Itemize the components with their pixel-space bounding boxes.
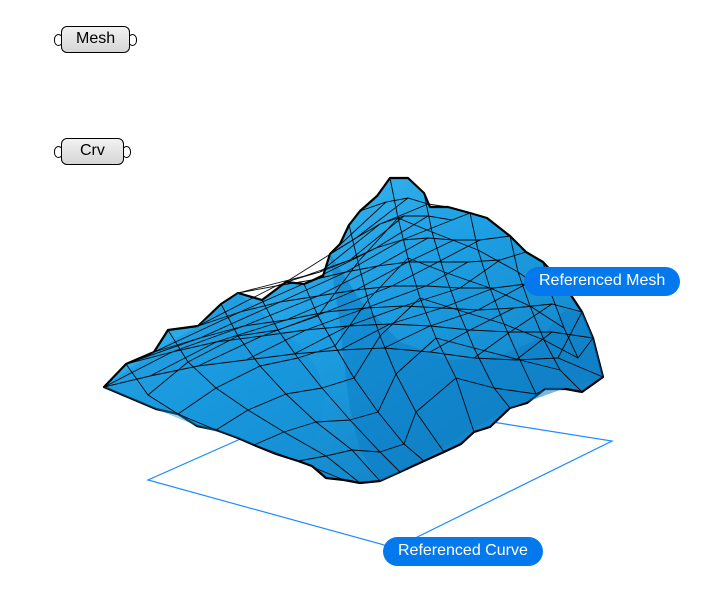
curve-node-label: Crv <box>61 138 124 165</box>
curve-param-node[interactable]: Crv <box>54 138 131 165</box>
mesh-node-label: Mesh <box>61 26 130 53</box>
referenced-mesh <box>104 178 603 483</box>
referenced-mesh-annotation: Referenced Mesh <box>524 267 680 296</box>
mesh-param-node[interactable]: Mesh <box>54 26 137 53</box>
referenced-curve-annotation: Referenced Curve <box>383 537 543 566</box>
viewport-canvas <box>0 0 712 605</box>
